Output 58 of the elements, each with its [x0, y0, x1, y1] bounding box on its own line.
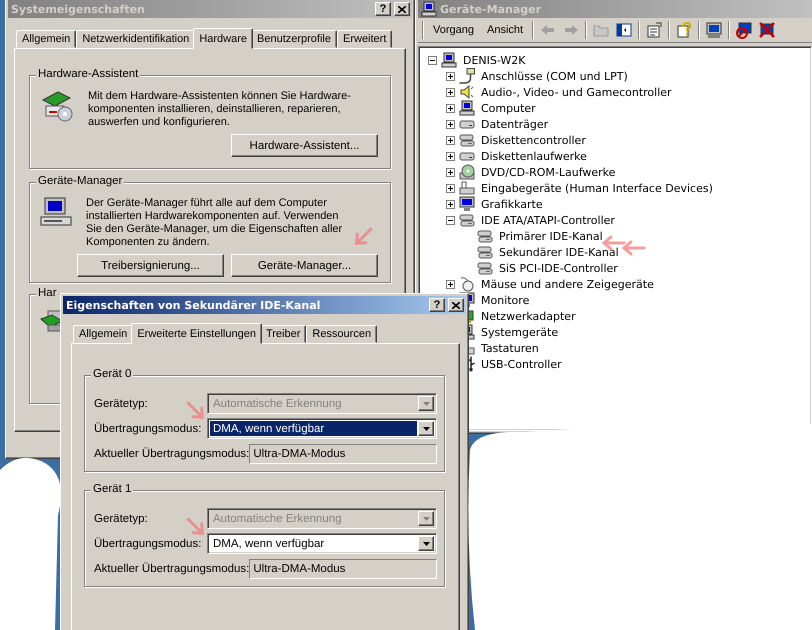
readonly-field: Ultra-DMA-Modus	[249, 444, 437, 464]
tree-item[interactable]: SiS PCI-IDE-Controller	[497, 262, 620, 274]
tree-item[interactable]: Computer	[479, 102, 538, 114]
tab[interactable]: Benutzerprofile	[251, 30, 337, 48]
tree-item[interactable]: DENIS-W2K	[461, 54, 528, 66]
tree-item[interactable]: Eingabegeräte (Human Interface Devices)	[479, 182, 715, 194]
menu-item[interactable]: Ansicht	[480, 22, 530, 38]
dropdown: Automatische Erkennung	[207, 393, 437, 414]
field-label: Aktueller Übertragungsmodus:	[94, 562, 250, 574]
group-title: Gerät 1	[91, 483, 134, 495]
menu-item[interactable]: Vorgang	[427, 22, 480, 38]
dropdown: Automatische Erkennung	[207, 508, 437, 529]
readonly-field: Ultra-DMA-Modus	[249, 558, 437, 578]
group-title: Gerät 0	[91, 368, 134, 380]
tab[interactable]: Treiber	[260, 325, 306, 343]
dialog-button[interactable]: Geräte-Manager...	[231, 254, 378, 277]
tree-item[interactable]: Netzwerkadapter	[479, 310, 578, 322]
field-label: Gerätetyp:	[94, 512, 148, 524]
help-button[interactable]: ?	[375, 2, 391, 16]
window-title: Systemeigenschaften	[11, 2, 146, 16]
description-text: Der Geräte-Manager führt alle auf dem Computer installierten Hardwarekomponenten auf. Verwenden Sie den Geräte-Manager, um die Eigenschaften aller Komponenten zu ändern.	[86, 197, 344, 249]
tree-item[interactable]: IDE ATA/ATAPI-Controller	[479, 214, 617, 226]
tab[interactable]: Allgemein	[16, 30, 76, 48]
field-label: Gerätetyp:	[94, 398, 148, 410]
group-title: Har	[36, 287, 59, 299]
tree-item[interactable]: Monitore	[479, 294, 532, 306]
window-title: Eigenschaften von Sekundärer IDE-Kanal	[66, 298, 322, 312]
dropdown[interactable]: DMA, wenn verfügbar	[207, 418, 437, 439]
tree-item[interactable]: Anschlüsse (COM und LPT)	[479, 70, 630, 82]
field-label: Übertragungsmodus:	[94, 422, 202, 434]
dialog-button[interactable]: Hardware-Assistent...	[231, 134, 378, 157]
tab[interactable]: Hardware	[193, 28, 253, 49]
tree-item[interactable]: Grafikkarte	[479, 198, 545, 210]
group-title: Geräte-Manager	[36, 175, 124, 187]
tree-item[interactable]: USB-Controller	[479, 358, 564, 370]
tree-item[interactable]: Systemgeräte	[479, 326, 560, 338]
tree-item[interactable]: Diskettencontroller	[479, 134, 588, 146]
dialog-button[interactable]: Treibersignierung...	[77, 254, 224, 277]
window-title: Geräte-Manager	[440, 2, 542, 16]
tab[interactable]: Netzwerkidentifikation	[76, 30, 196, 48]
group-title: Hardware-Assistent	[36, 68, 140, 80]
tab[interactable]: Erweitert	[337, 30, 392, 48]
help-button[interactable]: ?	[429, 298, 445, 312]
dropdown[interactable]: DMA, wenn verfügbar	[207, 533, 437, 554]
tab[interactable]: Allgemein	[73, 325, 134, 343]
tree-item[interactable]: Sekundärer IDE-Kanal	[497, 246, 621, 258]
field-label: Aktueller Übertragungsmodus:	[94, 448, 250, 460]
tab[interactable]: Erweiterte Einstellungen	[131, 323, 262, 344]
field-label: Übertragungsmodus:	[94, 538, 202, 550]
tree-item[interactable]: Diskettenlaufwerke	[479, 150, 589, 162]
tree-item[interactable]: Mäuse und andere Zeigegeräte	[479, 278, 656, 290]
tab[interactable]: Ressourcen	[306, 325, 378, 343]
description-text: Mit dem Hardware-Assistenten können Sie Hardware-komponenten installieren, deinstallieren, reparieren, auswerfen und konfigurieren.	[88, 90, 352, 129]
tree-item[interactable]: Tastaturen	[479, 342, 541, 354]
tree-item[interactable]: Primärer IDE-Kanal	[497, 230, 605, 242]
tree-item[interactable]: Datenträger	[479, 118, 550, 130]
tree-item[interactable]: DVD/CD-ROM-Laufwerke	[479, 166, 618, 178]
tree-item[interactable]: Audio-, Video- und Gamecontroller	[479, 86, 674, 98]
